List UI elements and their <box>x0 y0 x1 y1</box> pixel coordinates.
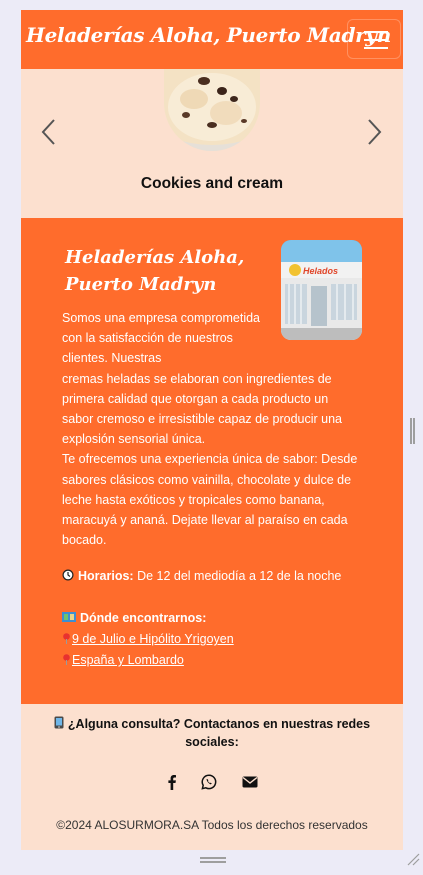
opening-hours: Horarios: De 12 del mediodía a 12 de la … <box>62 569 341 583</box>
location-text: España y Lombardo <box>72 653 184 667</box>
phone-icon <box>54 716 64 729</box>
email-link[interactable] <box>241 773 259 791</box>
about-description: Somos una empresa comprometida con la sa… <box>62 308 362 550</box>
whatsapp-icon <box>201 774 217 790</box>
pin-icon <box>63 654 70 665</box>
email-icon <box>242 776 258 788</box>
chevron-right-icon <box>368 119 382 145</box>
flavor-image <box>164 69 260 151</box>
location-text: 9 de Julio e Hipólito Yrigoyen <box>72 632 234 646</box>
hours-label: Horarios: <box>78 569 134 583</box>
scrollbar-grip[interactable] <box>410 418 415 444</box>
hamburger-menu-icon <box>364 31 388 33</box>
about-title-line: Heladerías Aloha, <box>65 247 245 268</box>
whatsapp-link[interactable] <box>200 773 218 791</box>
location-link-1[interactable]: 9 de Julio e Hipólito Yrigoyen <box>62 629 234 650</box>
menu-toggle-button[interactable] <box>347 19 401 59</box>
about-paragraph-2: Te ofrecemos una experiencia única de sa… <box>62 452 358 548</box>
carousel-next-button[interactable] <box>364 117 384 147</box>
pin-icon <box>63 633 70 644</box>
copyright: ©2024 ALOSURMORA.SA Todos los derechos r… <box>56 818 368 832</box>
footer: ¿Alguna consulta? Contactanos en nuestra… <box>21 704 403 850</box>
store-sign-text: Helados <box>303 266 338 276</box>
resize-handle[interactable] <box>200 857 226 863</box>
page: Heladerías Aloha, Puerto Madryn Cookies … <box>21 10 403 850</box>
facebook-icon <box>168 775 176 790</box>
facebook-link[interactable] <box>163 773 181 791</box>
location-link-2[interactable]: España y Lombardo <box>62 650 234 671</box>
about-title: Heladerías Aloha, Puerto Madryn <box>65 244 265 298</box>
contact-text: ¿Alguna consulta? Contactanos en nuestra… <box>67 717 371 749</box>
carousel-prev-button[interactable] <box>39 117 59 147</box>
flavor-caption: Cookies and cream <box>140 175 284 192</box>
contact-prompt: ¿Alguna consulta? Contactanos en nuestra… <box>41 715 383 751</box>
about-section: Heladerías Aloha, Puerto Madryn Helados <box>21 218 403 704</box>
brand-title[interactable]: Heladerías Aloha, Puerto Madryn <box>26 23 391 47</box>
clock-icon <box>62 569 74 581</box>
navbar: Heladerías Aloha, Puerto Madryn <box>21 10 403 69</box>
about-intro: Somos una empresa comprometida con la sa… <box>62 311 261 366</box>
about-title-line: Puerto Madryn <box>65 274 217 295</box>
about-paragraph-1: cremas heladas se elaboran con ingredien… <box>62 371 342 447</box>
map-icon <box>62 612 76 622</box>
chevron-left-icon <box>41 119 55 145</box>
hours-value: De 12 del mediodía a 12 de la noche <box>137 569 342 583</box>
flavor-carousel: Cookies and cream <box>21 69 403 218</box>
social-links <box>21 773 403 793</box>
locations-label: Dónde encontrarnos: <box>80 611 207 625</box>
resize-grip-icon[interactable] <box>406 852 420 866</box>
locations-block: Dónde encontrarnos: 9 de Julio e Hipólit… <box>62 608 234 671</box>
